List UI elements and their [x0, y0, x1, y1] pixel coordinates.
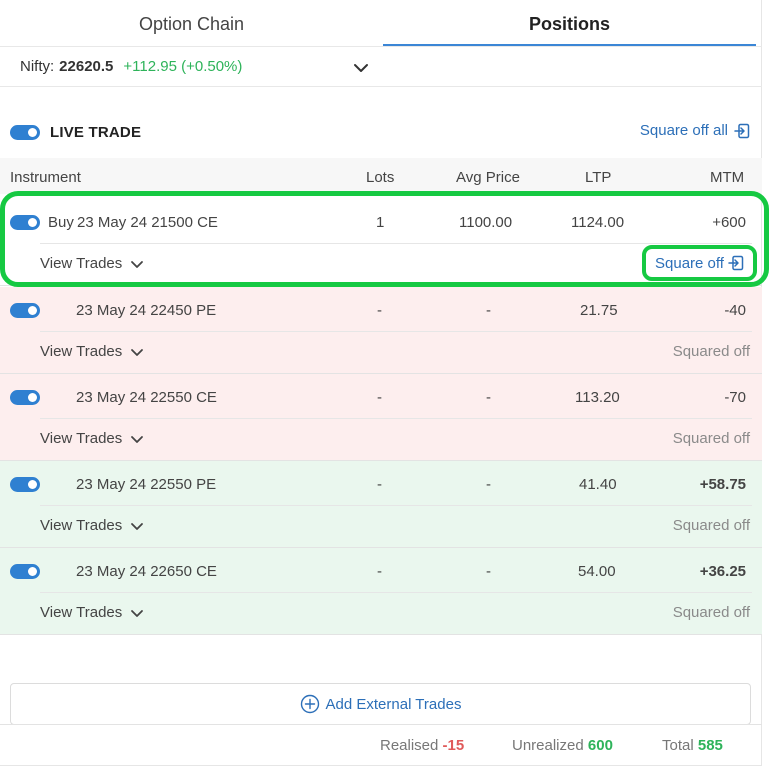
- ltp-value: 54.00: [578, 563, 616, 580]
- tab-option-chain[interactable]: Option Chain: [0, 0, 383, 46]
- instrument-name: 23 May 24 22550 PE: [76, 476, 217, 493]
- ltp-value: 21.75: [580, 302, 618, 319]
- chevron-down-icon: [131, 609, 144, 617]
- table-header: Instrument Lots Avg Price LTP MTM: [0, 158, 762, 194]
- view-trades-label: View Trades: [40, 255, 123, 272]
- mtm-value: -40: [724, 302, 746, 319]
- live-trade-toggle[interactable]: [10, 125, 40, 140]
- view-trades-label: View Trades: [40, 430, 123, 447]
- position-toggle[interactable]: [10, 390, 40, 405]
- chevron-down-icon: [131, 522, 144, 530]
- exit-icon: [728, 255, 744, 271]
- avg-price-value: -: [486, 476, 491, 493]
- lots-value: -: [377, 563, 382, 580]
- realised-label: Realised: [380, 737, 439, 754]
- avg-price-value: -: [486, 389, 491, 406]
- add-external-trades-label: Add External Trades: [325, 695, 462, 713]
- instrument-name: 23 May 24 21500 CE: [77, 214, 218, 231]
- view-trades-label: View Trades: [40, 604, 123, 621]
- avg-price-value: -: [486, 563, 491, 580]
- squared-off-status: Squared off: [672, 343, 750, 360]
- view-trades-label: View Trades: [40, 343, 123, 360]
- realised-value: -15: [442, 737, 465, 754]
- add-external-trades-button[interactable]: Add External Trades: [10, 683, 751, 725]
- chevron-down-icon: [131, 348, 144, 356]
- view-trades-label: View Trades: [40, 517, 123, 534]
- tab-positions[interactable]: Positions: [383, 0, 756, 46]
- instrument-name: 23 May 24 22450 PE: [76, 302, 217, 319]
- chevron-down-icon[interactable]: [352, 59, 370, 77]
- lots-value: 1: [376, 214, 385, 231]
- index-selector[interactable]: Nifty: 22620.5 +112.95 (+0.50%): [0, 46, 762, 87]
- plus-circle-icon: [300, 694, 319, 714]
- total-value: 585: [697, 737, 723, 754]
- ltp-value: 113.20: [575, 389, 620, 406]
- mtm-value: +58.75: [699, 476, 746, 493]
- chevron-down-icon: [131, 260, 144, 268]
- index-label: Nifty:: [20, 58, 55, 75]
- mtm-value: -70: [724, 389, 746, 406]
- positions-panel: Option Chain Positions Nifty: 22620.5 +1…: [0, 0, 762, 766]
- col-ltp: LTP: [585, 169, 612, 186]
- live-trade-header: LIVE TRADE Square off all: [0, 112, 762, 152]
- square-off-all-button[interactable]: Square off all: [640, 122, 750, 139]
- col-avg-price: Avg Price: [456, 169, 520, 186]
- position-toggle[interactable]: [10, 477, 40, 492]
- position-toggle[interactable]: [10, 303, 40, 318]
- avg-price-value: 1100.00: [459, 214, 513, 231]
- col-lots: Lots: [366, 169, 395, 186]
- table-row: 23 May 24 22550 PE - - 41.40 +58.75 View…: [0, 461, 762, 548]
- lots-value: -: [377, 302, 382, 319]
- ltp-value: 1124.00: [571, 214, 625, 231]
- view-trades-toggle[interactable]: View Trades: [40, 604, 144, 621]
- tab-bar: Option Chain Positions: [0, 0, 762, 46]
- mtm-value: +36.25: [699, 563, 746, 580]
- col-mtm: MTM: [710, 169, 745, 186]
- view-trades-toggle[interactable]: View Trades: [40, 255, 144, 272]
- squared-off-status: Squared off: [672, 517, 750, 534]
- view-trades-toggle[interactable]: View Trades: [40, 430, 144, 447]
- unrealized-summary: Unrealized 600: [512, 737, 613, 754]
- table-row: 23 May 24 22550 CE - - 113.20 -70 View T…: [0, 374, 762, 461]
- index-value: 22620.5: [59, 58, 114, 75]
- lots-value: -: [377, 389, 382, 406]
- chevron-down-icon: [131, 435, 144, 443]
- squared-off-status: Squared off: [672, 430, 750, 447]
- square-off-label: Square off: [655, 254, 724, 272]
- position-toggle[interactable]: [10, 564, 40, 579]
- position-toggle[interactable]: [10, 215, 40, 230]
- square-off-button[interactable]: Square off: [642, 245, 757, 281]
- pnl-summary: Realised -15 Unrealized 600 Total 585: [0, 724, 762, 766]
- exit-icon: [734, 123, 750, 138]
- realised-summary: Realised -15: [380, 737, 464, 754]
- live-trade-label: LIVE TRADE: [50, 124, 142, 141]
- side-label: Buy: [48, 214, 74, 231]
- total-summary: Total 585: [662, 737, 723, 754]
- avg-price-value: -: [486, 302, 491, 319]
- square-off-all-label: Square off all: [639, 122, 728, 139]
- view-trades-toggle[interactable]: View Trades: [40, 517, 144, 534]
- lots-value: -: [377, 476, 382, 493]
- col-instrument: Instrument: [10, 169, 81, 186]
- ltp-value: 41.40: [579, 476, 617, 493]
- mtm-value: +600: [712, 214, 746, 231]
- table-row: 23 May 24 22650 CE - - 54.00 +36.25 View…: [0, 548, 762, 635]
- unrealized-label: Unrealized: [512, 737, 584, 754]
- table-row: 23 May 24 22450 PE - - 21.75 -40 View Tr…: [0, 287, 762, 374]
- total-label: Total: [662, 737, 694, 754]
- unrealized-value: 600: [587, 737, 613, 754]
- view-trades-toggle[interactable]: View Trades: [40, 343, 144, 360]
- instrument-name: 23 May 24 22650 CE: [76, 563, 217, 580]
- index-change: +112.95 (+0.50%): [123, 58, 243, 75]
- instrument-name: 23 May 24 22550 CE: [76, 389, 217, 406]
- squared-off-status: Squared off: [672, 604, 750, 621]
